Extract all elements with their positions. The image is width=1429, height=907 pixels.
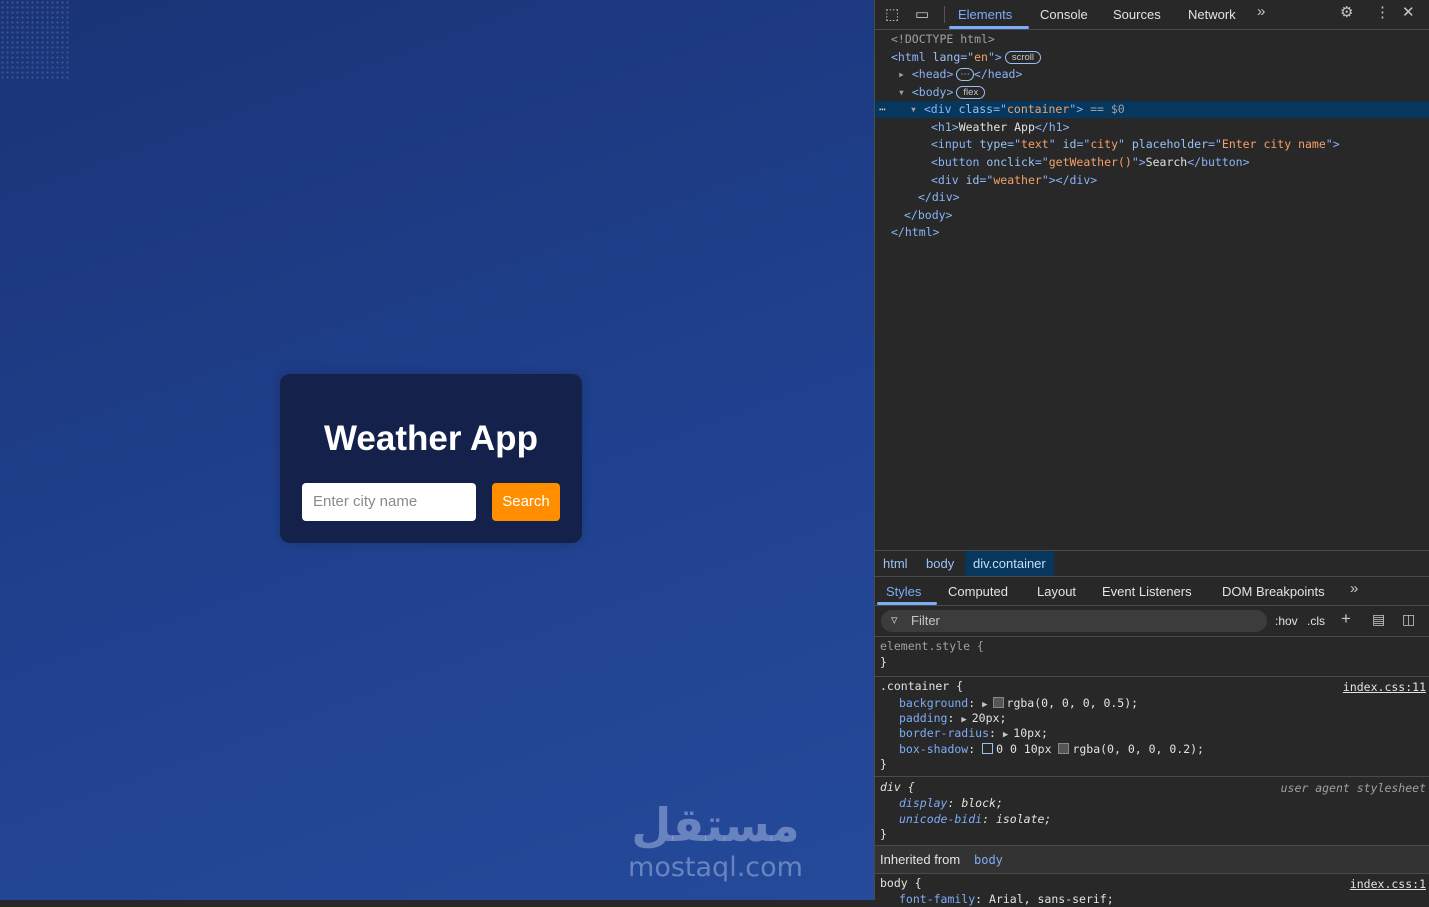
dom-html-line[interactable]: <html lang="en"> scroll <box>891 49 1041 66</box>
tab-layout[interactable]: Layout <box>1037 584 1076 599</box>
devtools-toolbar: ⬚ ▭ Elements Console Sources Network » ⚙… <box>875 0 1429 30</box>
flex-badge[interactable]: flex <box>956 86 986 99</box>
div-close: } <box>880 827 887 841</box>
container-selector: .container { <box>880 679 964 693</box>
rule-divider <box>875 676 1429 677</box>
close-icon[interactable]: ✕ <box>1402 3 1415 21</box>
tab-elements[interactable]: Elements <box>958 7 1012 22</box>
tab-network[interactable]: Network <box>1188 7 1236 22</box>
toolbar-divider <box>944 6 945 23</box>
device-toolbar-icon[interactable]: ▭ <box>915 5 929 23</box>
dom-doctype: <!DOCTYPE html> <box>891 32 995 46</box>
dom-body-line[interactable]: ▾ <body> flex <box>898 84 986 101</box>
ua-stylesheet-label: user agent stylesheet <box>1280 781 1426 795</box>
add-rule-icon[interactable]: + <box>1341 609 1351 629</box>
container-source-link[interactable]: index.css:11 <box>1343 680 1426 694</box>
breadcrumb-body[interactable]: body <box>926 556 954 571</box>
prop-background[interactable]: background: ▶ rgba(0, 0, 0, 0.5); <box>899 695 1138 711</box>
weather-container: Weather App Enter city name Search <box>280 374 582 543</box>
dom-container-line[interactable]: ▾ <div class="container"> == $0 <box>910 101 1125 118</box>
inherited-from-link[interactable]: body <box>974 853 1003 867</box>
more-subtabs-icon[interactable]: » <box>1350 580 1358 597</box>
watermark: مستقل mostaql.com <box>628 797 803 883</box>
container-close: } <box>880 757 887 771</box>
kebab-menu-icon[interactable]: ⋮ <box>1375 3 1390 21</box>
dom-button-line[interactable]: <button onclick="getWeather()">Search</b… <box>931 154 1250 171</box>
dom-row-menu-icon[interactable]: ⋯ <box>879 101 886 118</box>
prop-font-family[interactable]: font-family: Arial, sans-serif; <box>899 891 1114 907</box>
styles-filter-input[interactable]: ▿ Filter <box>881 610 1267 632</box>
prop-unicode-bidi: unicode-bidi: isolate; <box>899 812 1052 826</box>
devtools-panel: ⬚ ▭ Elements Console Sources Network » ⚙… <box>874 0 1429 906</box>
shadow-editor-icon[interactable] <box>982 743 994 754</box>
watermark-latin: mostaql.com <box>628 852 803 883</box>
breadcrumb: html body div.container <box>875 550 1429 577</box>
more-tabs-icon[interactable]: » <box>1257 3 1265 20</box>
cls-toggle[interactable]: .cls <box>1307 614 1325 628</box>
dom-html-close: </html> <box>891 225 940 239</box>
dom-weather-div-line[interactable]: <div id="weather"></div> <box>931 172 1097 189</box>
tab-dom-breakpoints[interactable]: DOM Breakpoints <box>1222 584 1325 599</box>
color-swatch-icon[interactable] <box>1058 743 1070 754</box>
decorative-dots <box>0 0 70 80</box>
body-source-link[interactable]: index.css:1 <box>1350 877 1426 891</box>
dom-head-line[interactable]: ▸ <head> ⋯ </head> <box>898 66 1022 83</box>
city-input[interactable]: Enter city name <box>302 483 476 521</box>
dom-input-line[interactable]: <input type="text" id="city" placeholder… <box>931 136 1340 153</box>
dom-div-close: </div> <box>918 190 960 204</box>
settings-gear-icon[interactable]: ⚙ <box>1340 3 1353 21</box>
tab-sources[interactable]: Sources <box>1113 7 1161 22</box>
breadcrumb-div-container[interactable]: div.container <box>965 551 1054 576</box>
tab-styles-underline <box>877 602 937 605</box>
dom-body-close: </body> <box>904 208 953 222</box>
prop-padding[interactable]: padding: ▶ 20px; <box>899 710 1006 726</box>
rule-divider <box>875 776 1429 777</box>
filter-funnel-icon: ▿ <box>891 612 898 627</box>
search-button[interactable]: Search <box>492 483 560 521</box>
inherited-label: Inherited from <box>880 852 961 867</box>
element-style-selector: element.style { <box>880 639 984 653</box>
scroll-badge[interactable]: scroll <box>1004 51 1041 64</box>
page-title: Weather App <box>324 419 538 458</box>
prop-display: display: block; <box>899 796 1003 810</box>
prop-box-shadow[interactable]: box-shadow: 0 0 10px rgba(0, 0, 0, 0.2); <box>899 741 1204 757</box>
inherited-header: Inherited from body <box>875 845 1429 874</box>
styles-subtabs: Styles Computed Layout Event Listeners D… <box>875 576 1429 606</box>
tab-console[interactable]: Console <box>1040 7 1088 22</box>
body-selector: body { <box>880 876 922 890</box>
dom-h1-line[interactable]: <h1>Weather App</h1> <box>931 119 1070 136</box>
prop-border-radius[interactable]: border-radius: ▶ 10px; <box>899 725 1048 741</box>
hov-toggle[interactable]: :hov <box>1275 614 1298 628</box>
tab-elements-underline <box>949 26 1029 29</box>
tab-event-listeners[interactable]: Event Listeners <box>1102 584 1192 599</box>
paint-brush-icon[interactable]: ▤ <box>1372 611 1385 628</box>
toggle-sidebar-icon[interactable]: ◫ <box>1402 611 1415 628</box>
page-viewport: Weather App Enter city name Search مستقل… <box>0 0 874 900</box>
filter-placeholder: Filter <box>911 613 940 628</box>
tab-styles[interactable]: Styles <box>886 584 921 599</box>
tab-computed[interactable]: Computed <box>948 584 1008 599</box>
styles-filter-row: ▿ Filter :hov .cls + ▤ ◫ <box>875 606 1429 637</box>
color-swatch-icon[interactable] <box>992 697 1004 708</box>
inspect-element-icon[interactable]: ⬚ <box>885 5 899 23</box>
watermark-arabic: مستقل <box>631 798 800 852</box>
breadcrumb-html[interactable]: html <box>883 556 908 571</box>
element-style-close: } <box>880 655 887 669</box>
div-selector: div { <box>880 780 915 794</box>
